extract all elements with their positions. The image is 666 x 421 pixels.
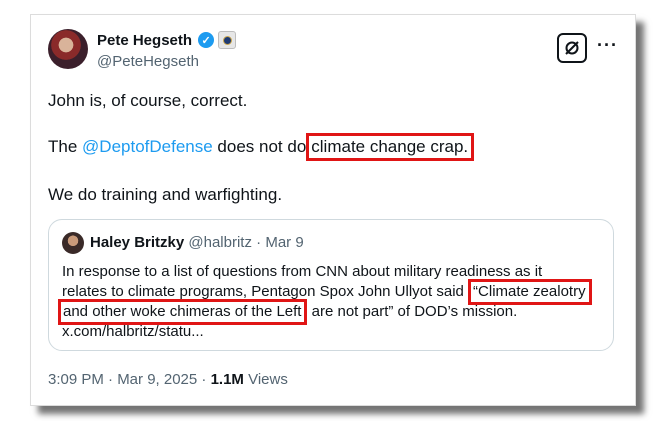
quoted-author-name: Haley Britzky	[90, 234, 185, 251]
author-name[interactable]: Pete Hegseth	[97, 32, 192, 49]
quoted-tweet-body: In response to a list of questions from …	[58, 262, 602, 342]
verified-check-icon[interactable]: ✓	[198, 32, 215, 48]
author-handle[interactable]: @PeteHegseth	[97, 53, 199, 70]
grok-icon	[565, 41, 579, 55]
views-count: 1.1M	[210, 371, 244, 388]
tweet-text-line-3: We do training and warfighting.	[48, 185, 283, 204]
quoted-separator: ·	[251, 234, 266, 251]
quoted-author-header: Haley Britzky @halbritz · Mar 9	[90, 234, 304, 251]
author-avatar[interactable]	[48, 29, 88, 69]
tweet-text-line-2: The @DeptofDefense does not do climate ch…	[48, 133, 475, 161]
quoted-text-line-3: and other woke chimeras of the Left are …	[58, 299, 602, 325]
tweet-footer: 3:09 PM · Mar 9, 2025 · 1.1M Views	[48, 371, 288, 388]
tweet-card: Pete Hegseth ✓ @PeteHegseth ··· John is,…	[30, 14, 636, 406]
quoted-tweet[interactable]: Haley Britzky @halbritz · Mar 9 In respo…	[48, 219, 614, 351]
quoted-date: Mar 9	[265, 234, 304, 251]
tweet-timestamp[interactable]: 3:09 PM · Mar 9, 2025 ·	[48, 371, 211, 388]
highlighted-phrase-climate-change-crap: climate change crap.	[306, 133, 475, 161]
author-name-row: Pete Hegseth ✓	[97, 31, 237, 49]
views-label: Views	[243, 371, 288, 388]
mention-link-deptofdefense[interactable]: @DeptofDefense	[82, 137, 213, 156]
quoted-text-line-3-suffix: are not part” of DOD’s mission.	[307, 303, 518, 320]
more-options-button[interactable]: ···	[597, 35, 618, 56]
grok-button[interactable]	[557, 33, 587, 63]
tweet-text-middle: does not do	[212, 137, 307, 156]
quoted-text-line-2-prefix: relates to climate programs, Pentagon Sp…	[62, 283, 469, 300]
government-affiliate-badge-icon[interactable]	[218, 31, 237, 49]
quoted-author-avatar	[62, 232, 84, 254]
quoted-link[interactable]: x.com/halbritz/statu...	[62, 322, 602, 342]
tweet-text-prefix: The	[48, 137, 83, 156]
quoted-author-handle: @halbritz	[188, 234, 252, 251]
tweet-text-line-1: John is, of course, correct.	[48, 91, 248, 110]
